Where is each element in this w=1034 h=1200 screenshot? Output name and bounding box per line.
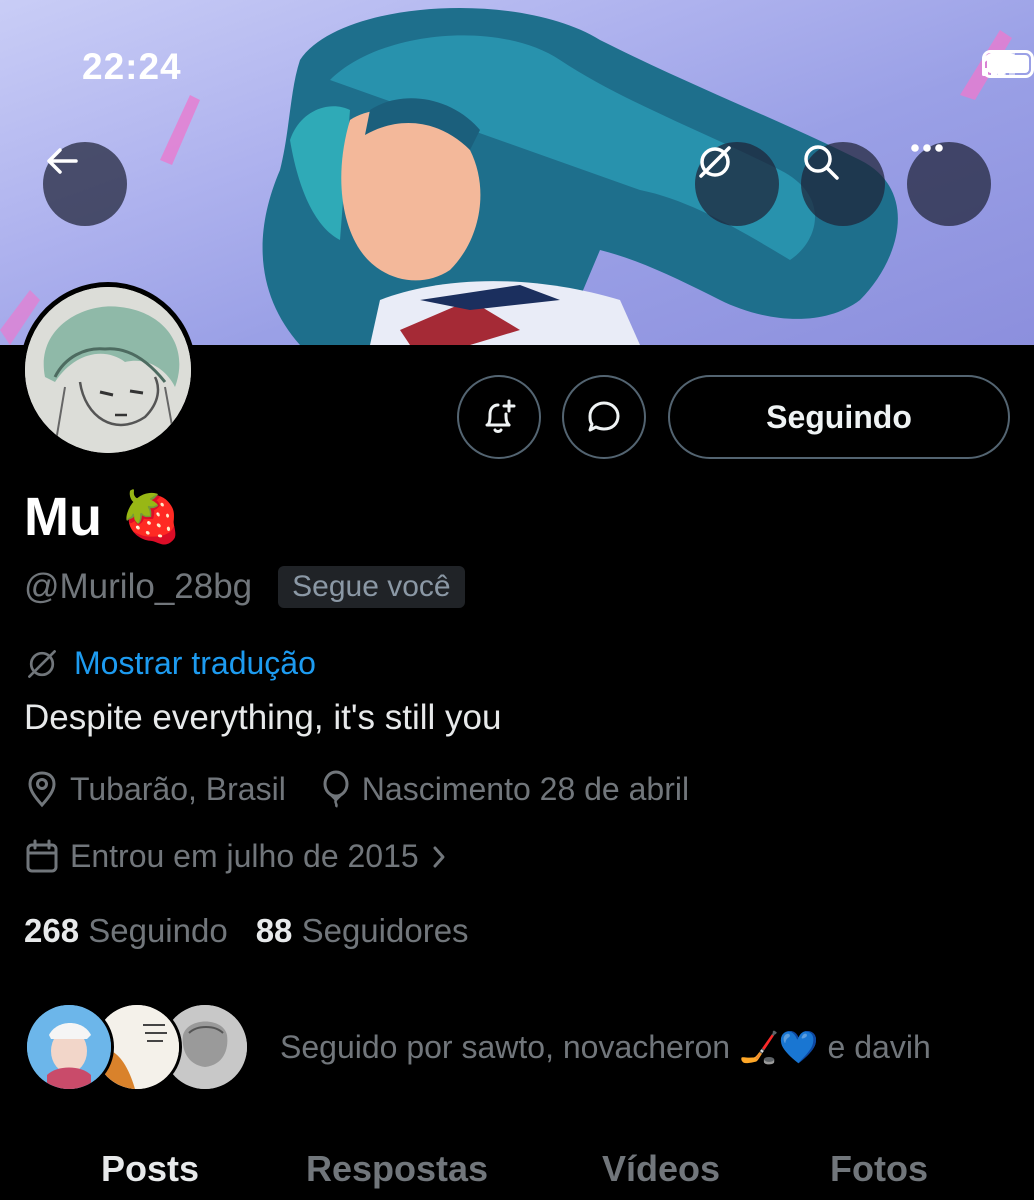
profile-tabs: Posts Respostas Vídeos Fotos [0, 1140, 1034, 1200]
followed-by-text: Seguido por sawto, novacheron 🏒💙 e davih [280, 1029, 931, 1065]
following-label: Seguindo [88, 912, 228, 949]
battery-icon [982, 50, 1034, 78]
followers-label: Seguidores [301, 912, 469, 949]
grok-translate-icon [699, 146, 731, 178]
display-name-text: Mu [24, 487, 102, 547]
more-dots-icon [911, 144, 943, 152]
balloon-icon [323, 770, 349, 808]
show-translation-text[interactable]: Mostrar tradução [74, 645, 316, 682]
more-options-button[interactable] [907, 142, 991, 226]
following-button[interactable]: Seguindo [668, 375, 1010, 459]
profile-bio: Despite everything, it's still you [24, 698, 502, 737]
birthday-text: Nascimento 28 de abril [361, 770, 690, 807]
handle-row: @Murilo_28bg Segue você [24, 566, 465, 608]
join-date-text: Entrou em julho de 2015 [70, 838, 419, 874]
message-button[interactable] [562, 375, 646, 459]
location-text: Tubarão, Brasil [70, 770, 286, 807]
follows-you-badge: Segue você [278, 566, 465, 608]
following-button-label: Seguindo [766, 398, 912, 435]
show-translation-link[interactable]: Mostrar tradução [24, 645, 316, 682]
profile-banner[interactable]: 22:24 [0, 0, 1034, 345]
chevron-right-icon [433, 846, 445, 867]
tab-videos[interactable]: Vídeos [602, 1148, 720, 1190]
followed-by-row[interactable]: Seguido por sawto, novacheron 🏒💙 e davih [24, 1002, 931, 1092]
strawberry-emoji: 🍓 [119, 488, 183, 545]
user-handle: @Murilo_28bg [24, 567, 253, 606]
location-pin-icon [28, 771, 56, 808]
search-icon [804, 145, 839, 180]
grok-translate-icon [28, 649, 56, 678]
calendar-icon [26, 839, 58, 872]
status-bar: 22:24 [0, 0, 1034, 120]
avatar-image [25, 287, 191, 453]
back-arrow-icon [47, 148, 78, 174]
bell-plus-icon [485, 399, 516, 433]
display-name: Mu 🍓 [24, 486, 182, 548]
notifications-button[interactable] [457, 375, 541, 459]
chat-bubble-icon [588, 401, 620, 432]
back-button[interactable] [43, 142, 127, 226]
profile-avatar[interactable] [20, 282, 196, 458]
tab-replies[interactable]: Respostas [306, 1148, 488, 1190]
translate-button[interactable] [695, 142, 779, 226]
status-time: 22:24 [82, 46, 182, 87]
location: Tubarão, Brasil [24, 770, 286, 808]
profile-meta-row-1: Tubarão, Brasil Nascimento 28 de abril [24, 770, 723, 808]
follow-counts: 268 Seguindo 88 Seguidores [24, 912, 469, 950]
tab-photos[interactable]: Fotos [830, 1148, 928, 1190]
followers-count-link[interactable]: 88 Seguidores [256, 912, 469, 950]
search-button[interactable] [801, 142, 885, 226]
birthday: Nascimento 28 de abril [320, 770, 689, 808]
following-count-link[interactable]: 268 Seguindo [24, 912, 228, 950]
mutual-avatar-1 [24, 1002, 114, 1092]
profile-meta-row-2[interactable]: Entrou em julho de 2015 [24, 838, 483, 875]
followers-count: 88 [255, 912, 293, 949]
join-date[interactable]: Entrou em julho de 2015 [24, 838, 449, 875]
tab-posts[interactable]: Posts [101, 1148, 199, 1190]
following-count: 268 [24, 912, 80, 949]
